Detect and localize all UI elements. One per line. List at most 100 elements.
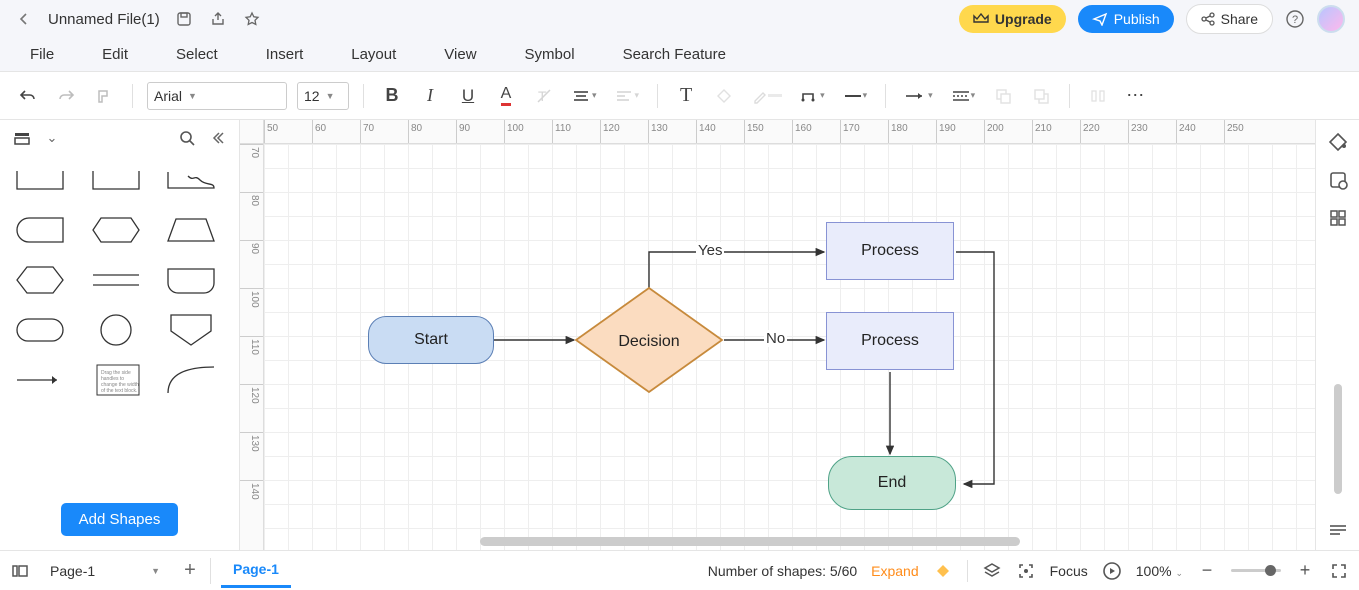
font-color-button[interactable]: A [492, 81, 520, 111]
highlight-button[interactable] [748, 81, 786, 111]
file-name[interactable]: Unnamed File(1) [48, 11, 160, 28]
menu-file[interactable]: File [30, 46, 54, 63]
fullscreen-icon[interactable] [1329, 561, 1349, 581]
publish-button[interactable]: Publish [1078, 5, 1174, 33]
align-h-button[interactable]: ▾ [568, 81, 601, 111]
page-tab-active[interactable]: Page-1 [221, 553, 291, 588]
zoom-out-button[interactable]: − [1197, 561, 1217, 581]
shape-count: Number of shapes: 5/60 [708, 563, 857, 579]
clear-format-button[interactable]: T [530, 81, 558, 111]
shape-arrow-line[interactable] [10, 362, 70, 398]
share-button[interactable]: Share [1186, 4, 1273, 34]
shape-open-rect-2[interactable] [86, 162, 146, 198]
shape-stadium-half[interactable] [10, 212, 70, 248]
outline-icon[interactable] [1328, 520, 1348, 540]
diamond-badge-icon[interactable] [933, 561, 953, 581]
help-icon[interactable]: ? [1285, 9, 1305, 29]
format-painter-button[interactable] [90, 81, 118, 111]
menu-view[interactable]: View [444, 46, 476, 63]
main-area: ⌄ Drag the sidehandles tochange the widt… [0, 120, 1359, 550]
page-select[interactable]: Page-1▼ [40, 559, 170, 583]
layers-icon[interactable] [982, 561, 1002, 581]
distribute-button[interactable] [1084, 81, 1112, 111]
font-select[interactable]: Arial▼ [147, 82, 287, 110]
v-scrollbar[interactable] [1334, 384, 1342, 494]
h-scrollbar[interactable] [480, 537, 1020, 546]
shape-parallel-lines[interactable] [86, 262, 146, 298]
shape-open-rect[interactable] [10, 162, 70, 198]
focus-icon[interactable] [1016, 561, 1036, 581]
menu-insert[interactable]: Insert [266, 46, 304, 63]
zoom-in-button[interactable]: + [1295, 561, 1315, 581]
font-size-select[interactable]: 12▼ [297, 82, 349, 110]
pages-panel-icon[interactable] [10, 561, 30, 581]
send-back-button[interactable] [1027, 81, 1055, 111]
shape-hex-wide[interactable] [86, 212, 146, 248]
zoom-slider[interactable] [1231, 569, 1281, 572]
align-v-button[interactable]: ▾ [611, 81, 644, 111]
node-process-2[interactable]: Process [826, 312, 954, 370]
collapse-panel-icon[interactable] [207, 128, 227, 148]
expand-link[interactable]: Expand [871, 563, 918, 579]
focus-label[interactable]: Focus [1050, 563, 1088, 579]
menu-search[interactable]: Search Feature [623, 46, 726, 63]
collapse-lib-icon[interactable]: ⌄ [42, 128, 62, 148]
node-process-1[interactable]: Process [826, 222, 954, 280]
fill-button[interactable] [710, 81, 738, 111]
bring-front-button[interactable] [989, 81, 1017, 111]
shape-note[interactable]: Drag the sidehandles tochange the widtho… [86, 362, 146, 398]
shape-rounded-flat[interactable] [161, 262, 221, 298]
shapes-panel: ⌄ Drag the sidehandles tochange the widt… [0, 120, 240, 550]
label-yes: Yes [696, 242, 724, 259]
text-tool-button[interactable]: T [672, 81, 700, 111]
title-bar: Unnamed File(1) Upgrade Publish Share ? [0, 0, 1359, 38]
theme-icon[interactable] [1328, 132, 1348, 152]
shape-circle[interactable] [86, 312, 146, 348]
shape-trapezoid[interactable] [161, 212, 221, 248]
canvas-wrap: 5060708090100110120130140150160170180190… [240, 120, 1315, 550]
ruler-vertical: 708090100110120130140 [240, 144, 264, 550]
arrow-style-button[interactable]: ▾ [900, 81, 937, 111]
avatar[interactable] [1317, 5, 1345, 33]
back-icon[interactable] [14, 9, 34, 29]
settings-icon[interactable] [1328, 170, 1348, 190]
zoom-value[interactable]: 100% ⌄ [1136, 563, 1183, 579]
search-shapes-icon[interactable] [177, 128, 197, 148]
grid-icon[interactable] [1328, 208, 1348, 228]
ruler-horizontal: 5060708090100110120130140150160170180190… [264, 120, 1315, 144]
node-end[interactable]: End [828, 456, 956, 510]
library-icon[interactable] [12, 128, 32, 148]
redo-button[interactable] [52, 81, 80, 111]
menu-edit[interactable]: Edit [102, 46, 128, 63]
shape-stadium[interactable] [10, 312, 70, 348]
shape-hexagon[interactable] [10, 262, 70, 298]
italic-button[interactable]: I [416, 81, 444, 111]
star-icon[interactable] [242, 9, 262, 29]
spacing-button[interactable]: ▾ [947, 81, 980, 111]
add-page-button[interactable]: + [180, 561, 200, 581]
underline-button[interactable]: U [454, 81, 482, 111]
shape-pentagon-down[interactable] [161, 312, 221, 348]
shapes-grid: Drag the sidehandles tochange the widtho… [0, 156, 239, 489]
menu-bar: File Edit Select Insert Layout View Symb… [0, 38, 1359, 72]
bold-button[interactable]: B [378, 81, 406, 111]
shape-wave[interactable] [161, 162, 221, 198]
undo-button[interactable] [14, 81, 42, 111]
shape-arc[interactable] [161, 362, 221, 398]
line-style-button[interactable]: ▾ [839, 81, 872, 111]
upgrade-button[interactable]: Upgrade [959, 5, 1066, 33]
more-button[interactable]: ⋯ [1122, 81, 1150, 111]
menu-layout[interactable]: Layout [351, 46, 396, 63]
node-decision[interactable]: Decision [574, 286, 724, 394]
present-icon[interactable] [1102, 561, 1122, 581]
right-sidebar [1315, 120, 1359, 550]
menu-select[interactable]: Select [176, 46, 218, 63]
export-icon[interactable] [208, 9, 228, 29]
save-icon[interactable] [174, 9, 194, 29]
connector-style-button[interactable]: ▾ [796, 81, 829, 111]
menu-symbol[interactable]: Symbol [525, 46, 575, 63]
ruler-corner [240, 120, 264, 144]
add-shapes-button[interactable]: Add Shapes [61, 503, 179, 536]
canvas[interactable]: Start Decision Process Process End Yes N… [264, 144, 1315, 550]
node-start[interactable]: Start [368, 316, 494, 364]
